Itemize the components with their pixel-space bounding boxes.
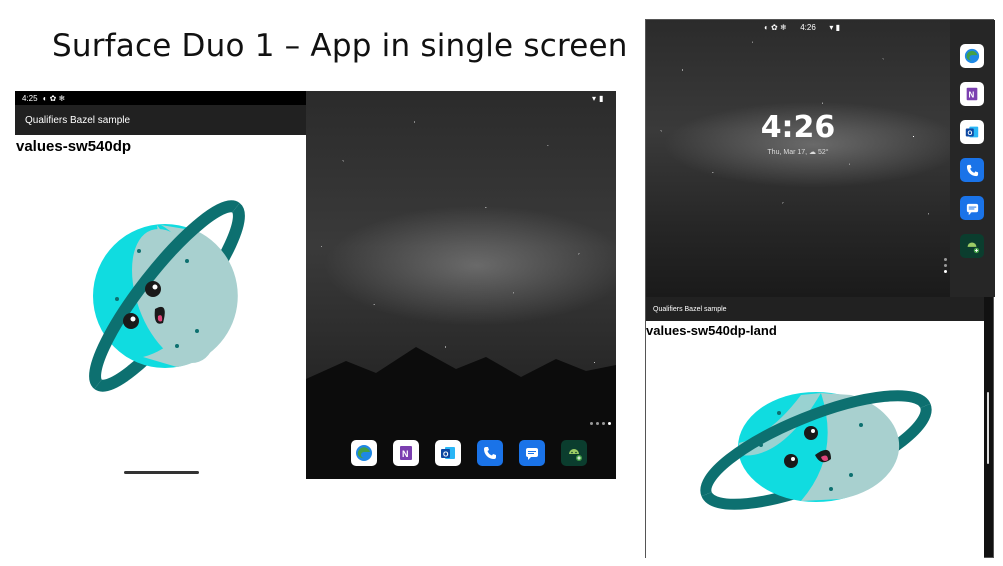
svg-text:O: O bbox=[968, 130, 973, 137]
slide-title: Surface Duo 1 – App in single screen bbox=[52, 28, 628, 64]
app-window-bottom: Qualifiers Bazel sample values-sw540dp-l… bbox=[646, 297, 984, 558]
status-icons: ◐ ✿ ❄ bbox=[764, 22, 787, 32]
onenote-icon[interactable]: N bbox=[393, 440, 419, 466]
onenote-icon[interactable]: N bbox=[960, 82, 984, 106]
phone-icon[interactable] bbox=[960, 158, 984, 182]
messages-icon[interactable] bbox=[519, 440, 545, 466]
lock-date: Thu, Mar 17, bbox=[767, 149, 808, 156]
gesture-handle[interactable] bbox=[124, 471, 199, 474]
svg-text:N: N bbox=[402, 449, 409, 459]
wallpaper-right-pane: N O bbox=[306, 91, 616, 479]
planet-illustration bbox=[696, 385, 936, 513]
left-device-frame: N O 4:25 ◐ ✿ ❄ ▾ ▮ Qualifiers Bazel samp… bbox=[15, 91, 616, 479]
gesture-handle-vertical[interactable] bbox=[987, 392, 989, 464]
app-bar-title: Qualifiers Bazel sample bbox=[653, 305, 727, 313]
outlook-icon[interactable]: O bbox=[960, 120, 984, 144]
right-device-frame: ◐ ✿ ❄ 4:26 ▾ ▮ 4:26 Thu, Mar 17, ☁ 52° N… bbox=[645, 19, 995, 558]
app-bar: Qualifiers Bazel sample bbox=[646, 297, 984, 321]
lock-clock: 4:26 bbox=[760, 110, 836, 145]
android-app-icon[interactable] bbox=[960, 234, 984, 258]
app-bar-title: Qualifiers Bazel sample bbox=[25, 114, 131, 126]
battery-icon: ▮ bbox=[599, 93, 604, 103]
status-bar-left: 4:25 ◐ ✿ ❄ bbox=[15, 91, 306, 105]
status-icons: ◐ ✿ ❄ bbox=[42, 93, 66, 103]
status-time: 4:25 bbox=[22, 93, 38, 103]
edge-icon[interactable] bbox=[960, 44, 984, 68]
wifi-icon: ▾ bbox=[592, 93, 597, 103]
planet-illustration bbox=[85, 197, 247, 395]
qualifier-label: values-sw540dp-land bbox=[646, 323, 777, 338]
weather-icon: ☁ bbox=[809, 149, 817, 156]
page-indicator-vertical bbox=[944, 258, 947, 273]
edge-icon[interactable] bbox=[351, 440, 377, 466]
app-window-left: Qualifiers Bazel sample values-sw540dp bbox=[15, 105, 306, 479]
status-bar-right: ▾ ▮ bbox=[592, 91, 616, 105]
phone-icon[interactable] bbox=[477, 440, 503, 466]
messages-icon[interactable] bbox=[960, 196, 984, 220]
status-time: 4:26 bbox=[800, 22, 816, 32]
svg-text:N: N bbox=[968, 91, 974, 100]
outlook-icon[interactable]: O bbox=[435, 440, 461, 466]
android-app-icon[interactable] bbox=[561, 440, 587, 466]
lockscreen-wallpaper bbox=[646, 20, 950, 297]
svg-text:O: O bbox=[443, 452, 449, 459]
qualifier-label: values-sw540dp bbox=[16, 138, 132, 155]
wifi-battery-icons: ▾ ▮ bbox=[829, 22, 840, 32]
app-bar: Qualifiers Bazel sample bbox=[15, 105, 306, 135]
status-bar-top: ◐ ✿ ❄ 4:26 ▾ ▮ bbox=[646, 20, 950, 34]
lock-weather: 52° bbox=[818, 149, 829, 156]
lock-date-row: Thu, Mar 17, ☁ 52° bbox=[646, 148, 950, 156]
page-indicator bbox=[590, 422, 611, 425]
